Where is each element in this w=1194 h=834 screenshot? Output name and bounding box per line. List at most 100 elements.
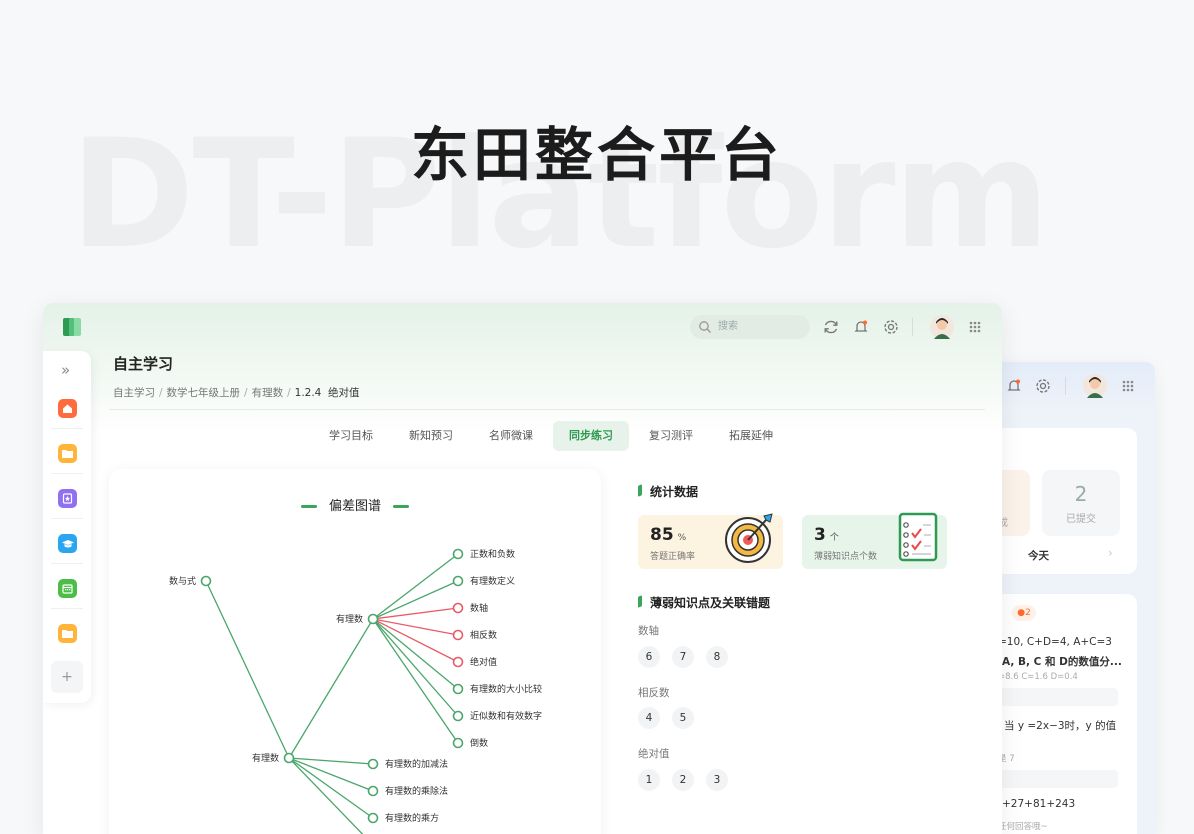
- apps-grid-icon[interactable]: [1122, 380, 1134, 392]
- header-divider: [109, 409, 985, 410]
- app-logo[interactable]: [63, 318, 81, 336]
- weak-count-value: 3个: [814, 525, 839, 545]
- tab-bar: 学习目标 新知预习 名师微课 同步练习 复习测评 拓展延伸: [313, 421, 793, 451]
- avatar[interactable]: [1083, 374, 1107, 398]
- question-chip[interactable]: 3: [706, 769, 728, 791]
- avatar[interactable]: [930, 315, 954, 339]
- action-bar: [998, 770, 1118, 788]
- tab-micro-lecture[interactable]: 名师微课: [473, 421, 549, 451]
- map-node-weak: [452, 602, 464, 614]
- map-node: [452, 575, 464, 587]
- question-chip[interactable]: 2: [672, 769, 694, 791]
- weak-count-label: 薄弱知识点个数: [814, 552, 878, 562]
- sidebar-separator: [51, 518, 83, 519]
- tab-practice[interactable]: 同步练习: [553, 421, 629, 451]
- gear-icon[interactable]: [1034, 377, 1052, 395]
- accuracy-card: 85% 答题正确率: [638, 513, 783, 569]
- map-label: 绝对值: [470, 656, 497, 668]
- folder-icon[interactable]: [58, 444, 77, 463]
- breadcrumb-item[interactable]: 数学七年级上册: [167, 387, 241, 399]
- tab-preview[interactable]: 新知预习: [393, 421, 469, 451]
- bookmark-icon[interactable]: [58, 489, 77, 508]
- count-badge: ●2: [1012, 605, 1036, 621]
- sidebar: » +: [43, 351, 91, 703]
- sidebar-separator: [51, 563, 83, 564]
- map-label: 相反数: [470, 629, 497, 641]
- question-chips: 6 7 8: [638, 646, 740, 668]
- refresh-icon[interactable]: [822, 318, 840, 336]
- checklist-icon: [898, 512, 938, 562]
- breadcrumb-item[interactable]: 有理数: [252, 387, 284, 399]
- hero-title: 东田整合平台: [410, 121, 783, 189]
- map-label: 近似数和有效数字: [470, 710, 542, 722]
- question-card: 也 ●2 =10, C+D=4, A+C=3 A, B, C 和 D的数值分..…: [980, 594, 1137, 834]
- tab-extension[interactable]: 拓展延伸: [713, 421, 789, 451]
- map-node-weak: [452, 656, 464, 668]
- action-bar: [998, 688, 1118, 706]
- tab-learning-goals[interactable]: 学习目标: [313, 421, 389, 451]
- expand-sidebar-button[interactable]: »: [61, 361, 70, 379]
- accuracy-value: 85%: [650, 525, 687, 545]
- map-node: [452, 710, 464, 722]
- map-node: [367, 812, 379, 824]
- breadcrumb-item[interactable]: 自主学习: [113, 387, 155, 399]
- question-chip[interactable]: 8: [706, 646, 728, 668]
- breadcrumb-current-number: 1.2.4: [294, 387, 322, 399]
- group-label: 绝对值: [638, 748, 670, 760]
- home-icon[interactable]: [58, 399, 77, 418]
- tab-review[interactable]: 复习测评: [633, 421, 709, 451]
- toolbar-divider: [912, 318, 913, 336]
- page-title: 自主学习: [113, 355, 174, 373]
- map-label: 有理数的加减法: [385, 758, 448, 770]
- question-chip[interactable]: 4: [638, 707, 660, 729]
- summary-card: 成 2 已提交 今天 ›: [980, 428, 1137, 574]
- sidebar-separator: [51, 608, 83, 609]
- map-label: 有理数定义: [470, 575, 515, 587]
- sidebar-separator: [51, 428, 83, 429]
- map-node: [200, 575, 212, 587]
- search-icon: [699, 321, 711, 333]
- question-chip[interactable]: 5: [672, 707, 694, 729]
- map-node: [367, 613, 379, 625]
- deviation-map-panel: 偏差图谱 数与式 有理数 正数和负数 有理数定义 数轴 相反数 绝对值 有理数的…: [109, 469, 601, 834]
- sidebar-separator: [51, 473, 83, 474]
- question-line: A, B, C 和 D的数值分...: [1002, 656, 1122, 668]
- map-label: 有理数的大小比较: [470, 683, 542, 695]
- group-label: 数轴: [638, 625, 659, 637]
- map-label: 有理数的乘除法: [385, 785, 448, 797]
- calendar-icon[interactable]: [58, 579, 77, 598]
- bell-icon[interactable]: [853, 319, 869, 335]
- map-label: 正数和负数: [470, 548, 515, 560]
- today-label[interactable]: 今天: [1028, 548, 1049, 563]
- gear-icon[interactable]: [882, 318, 900, 336]
- map-node: [283, 752, 295, 764]
- question-chip[interactable]: 7: [672, 646, 694, 668]
- question-chips: 1 2 3: [638, 769, 740, 791]
- question-note: 任何回答哦~: [998, 822, 1048, 832]
- breadcrumb-current: 绝对值: [328, 387, 360, 399]
- map-node: [452, 548, 464, 560]
- map-label: 数轴: [470, 602, 488, 614]
- question-chip[interactable]: 1: [638, 769, 660, 791]
- map-node: [367, 785, 379, 797]
- add-button[interactable]: +: [51, 661, 83, 693]
- question-answer: =8.6 C=1.6 D=0.4: [998, 672, 1078, 682]
- accuracy-label: 答题正确率: [650, 552, 696, 562]
- map-label: 有理数: [252, 752, 279, 764]
- map-node: [367, 758, 379, 770]
- question-line: 当 y =2x−3时，y 的值: [1004, 720, 1117, 732]
- group-label: 相反数: [638, 687, 670, 699]
- folder-icon[interactable]: [58, 624, 77, 643]
- main-window: 搜索 » + 自主学习 自主学习 / 数学七年级上册 / 有理数 / 1.2.4…: [43, 303, 1002, 834]
- map-label: 有理数的乘方: [385, 812, 439, 824]
- submitted-count: 2: [1074, 482, 1088, 506]
- question-chip[interactable]: 6: [638, 646, 660, 668]
- chevron-right-icon[interactable]: ›: [1108, 546, 1113, 560]
- secondary-window: 成 2 已提交 今天 › 也 ●2 =10, C+D=4, A+C=3 A, B…: [980, 362, 1155, 834]
- graduation-cap-icon[interactable]: [58, 534, 77, 553]
- bell-icon[interactable]: [1006, 378, 1022, 394]
- question-line: =10, C+D=4, A+C=3: [998, 636, 1112, 648]
- map-label: 数与式: [169, 575, 196, 587]
- map-node-weak: [452, 629, 464, 641]
- apps-grid-icon[interactable]: [969, 321, 981, 333]
